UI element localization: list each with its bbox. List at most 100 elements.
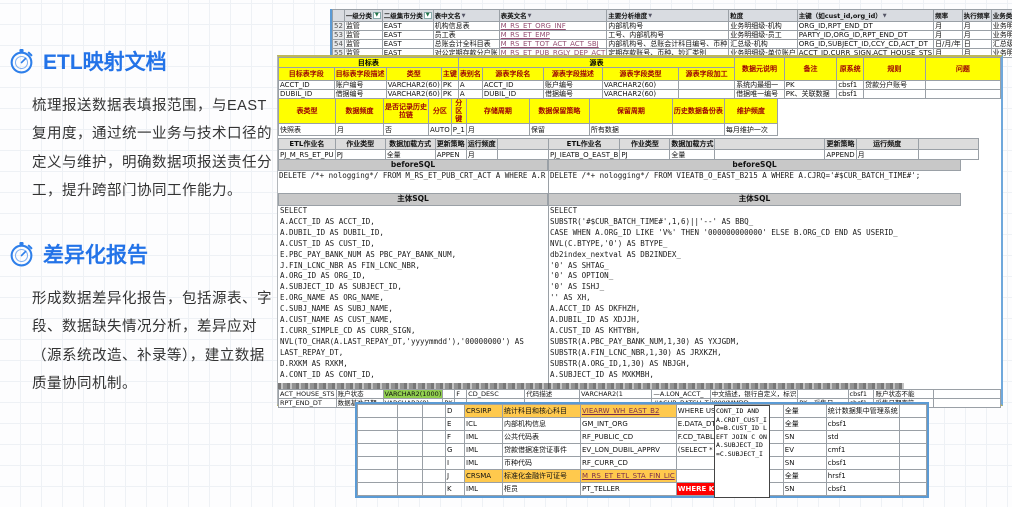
cell: 账户编号 [543, 81, 602, 90]
cell [899, 444, 926, 457]
cell [918, 150, 978, 160]
section-etl-mapping: ETL映射文档 梳理报送数据表填报范围，与EAST复用度，通过统一业务与技术口径… [8, 46, 274, 205]
cell: J [446, 470, 465, 483]
etl-mapping-screenshot: 目标表 源表 数据元说明 备注 原系统 规则 问题 目标表字段目标表字段描述类型… [277, 55, 1003, 406]
cell [798, 390, 848, 399]
cell [398, 470, 423, 483]
col-header: 频率 [934, 10, 963, 22]
cell [899, 483, 926, 496]
cell: 53 [333, 31, 345, 40]
cell: 是否记录历史拉链 [384, 99, 429, 124]
cell: cbsf1 [837, 90, 864, 99]
cell: 总账会计全科目表 [433, 40, 499, 49]
cell: 公共代码表 [503, 431, 581, 444]
cell: 快照表 [279, 124, 336, 136]
column-divider [548, 159, 549, 404]
col-header-label: 表中文名 [435, 12, 461, 20]
cell [899, 457, 926, 470]
col-header-label: 一级分类 [346, 12, 372, 20]
cell: RF_CURR_CD [581, 457, 677, 470]
dropdown-icon[interactable]: ▼ [528, 12, 532, 20]
cell [358, 470, 398, 483]
cell: 月 [962, 31, 991, 40]
section-title: ETL映射文档 [43, 46, 167, 76]
cell [933, 399, 1000, 408]
cell: 员工表 [433, 31, 499, 40]
cell: VIEARW_WH_EAST_B2 [581, 405, 677, 418]
cell: PK [784, 81, 837, 90]
cell: cbsf1 [848, 390, 874, 399]
cell: ICL [465, 418, 503, 431]
cell: 存储周期 [466, 99, 529, 124]
cell: EAST [382, 22, 433, 31]
col-header: 表中文名▼ [433, 10, 499, 22]
main-sql-band-left: 主体SQL [278, 193, 548, 206]
cell [398, 418, 423, 431]
col-header-label: 主要分析维度 [608, 12, 647, 20]
cell: 数据频度 [336, 99, 384, 124]
filter-icon[interactable]: ▼ [424, 12, 432, 19]
col-header: 原系统 [837, 58, 864, 81]
cell: 保留 [529, 124, 589, 136]
cell: 监管 [344, 31, 382, 40]
col-header-label: 频率 [935, 12, 948, 20]
col-header: 问题 [925, 58, 1000, 81]
col-header: 表英文名▼ [499, 10, 607, 22]
cell: cmf1 [826, 444, 899, 457]
cell: 汇总级-机构 [991, 40, 1012, 49]
join-condition-popup: CONT_ID AND A.CRDT_CUST_ID=B.CUST_ID LEF… [714, 405, 770, 498]
cell: PJ [335, 150, 385, 160]
cell: ACCT_ID [279, 81, 335, 90]
cell: 月 [466, 124, 529, 136]
cell [899, 418, 926, 431]
main-sql-text-left: SELECT A.ACCT_ID AS ACCT_ID, A.DUBIL_ID … [280, 206, 546, 382]
cell: 目标表字段描述 [334, 68, 386, 81]
dropdown-icon[interactable]: ▼ [462, 12, 466, 20]
cell: 作业类型 [335, 139, 385, 150]
filter-icon[interactable]: ▼ [373, 12, 381, 19]
cell [398, 483, 423, 496]
cell: 统计科目和核心科目 [503, 405, 581, 418]
cell: F [446, 431, 465, 444]
section-diff-report: 差异化报告 形成数据差异化报告，包括源表、字段、数据缺失情况分析，差异应对（源系… [8, 239, 274, 398]
cell: 账户状态不能 [874, 390, 933, 399]
slide-page: ETL映射文档 梳理报送数据表填报范围，与EAST复用度，通过统一业务与技术口径… [0, 0, 1012, 507]
cell: 目标表字段 [279, 68, 335, 81]
cell: std [826, 431, 899, 444]
cell: 汇总级-机构 [729, 40, 798, 49]
group-header-target: 目标表 [279, 58, 459, 68]
cell: 工号、内部机构号 [607, 31, 729, 40]
dropdown-icon[interactable]: ▼ [648, 12, 652, 20]
inventory-table: 一级分类▼ 二级集市分类▼ 表中文名▼ 表英文名▼ 主要分析维度▼ 粒度 主键（… [332, 9, 1012, 58]
col-header-label: 粒度 [730, 12, 743, 20]
cell: 全量 [385, 150, 435, 160]
main-sql-band-right: 主体SQL [548, 193, 961, 206]
cell [423, 405, 446, 418]
cell [899, 405, 926, 418]
cell: 业务明细级-机构 [991, 22, 1012, 31]
cell: F [455, 390, 467, 399]
cell [358, 431, 398, 444]
col-header: 主键（如cust_id,org_id）▼ [797, 10, 933, 22]
cell: ETL作业名 [279, 139, 336, 150]
dropdown-icon[interactable]: ▼ [883, 12, 887, 20]
table-row: JCRSMA标准化金融许可证号M_RS_ET_ETL_STA_FIN_LIC全量… [358, 470, 927, 483]
cell: cbsf1 [837, 81, 864, 90]
cell: 系统内最细一 [735, 81, 785, 90]
cell: 全量 [783, 418, 826, 431]
table-inventory-screenshot: 一级分类▼ 二级集市分类▼ 表中文名▼ 表英文名▼ 主要分析维度▼ 粒度 主键（… [330, 9, 1012, 58]
table-row: KIML柜员PT_TELLERWHERE K.ID_SNcbsf1 [358, 483, 927, 496]
etl-header-row: ETL作业名作业类型数据加载方式更新策略运行频度 [279, 139, 575, 150]
cell: EAST [382, 40, 433, 49]
cell: 运行频度 [856, 139, 918, 150]
cell: SN [783, 431, 826, 444]
cell: 业务明细级-员工 [991, 31, 1012, 40]
cell: —A.LON_ACCT_ [652, 390, 710, 399]
col-header-label: 执行频率 [964, 12, 990, 20]
cell [443, 390, 455, 399]
cell [358, 405, 398, 418]
inventory-header-row: 一级分类▼ 二级集市分类▼ 表中文名▼ 表英文名▼ 主要分析维度▼ 粒度 主键（… [333, 10, 1012, 22]
col-header-label: 二级集市分类 [384, 12, 423, 20]
cell: 贷款分户账号 [864, 81, 926, 90]
table-row: DCRSIRP统计科目和核心科目VIEARW_WH_EAST_B2WHERE U… [358, 405, 927, 418]
